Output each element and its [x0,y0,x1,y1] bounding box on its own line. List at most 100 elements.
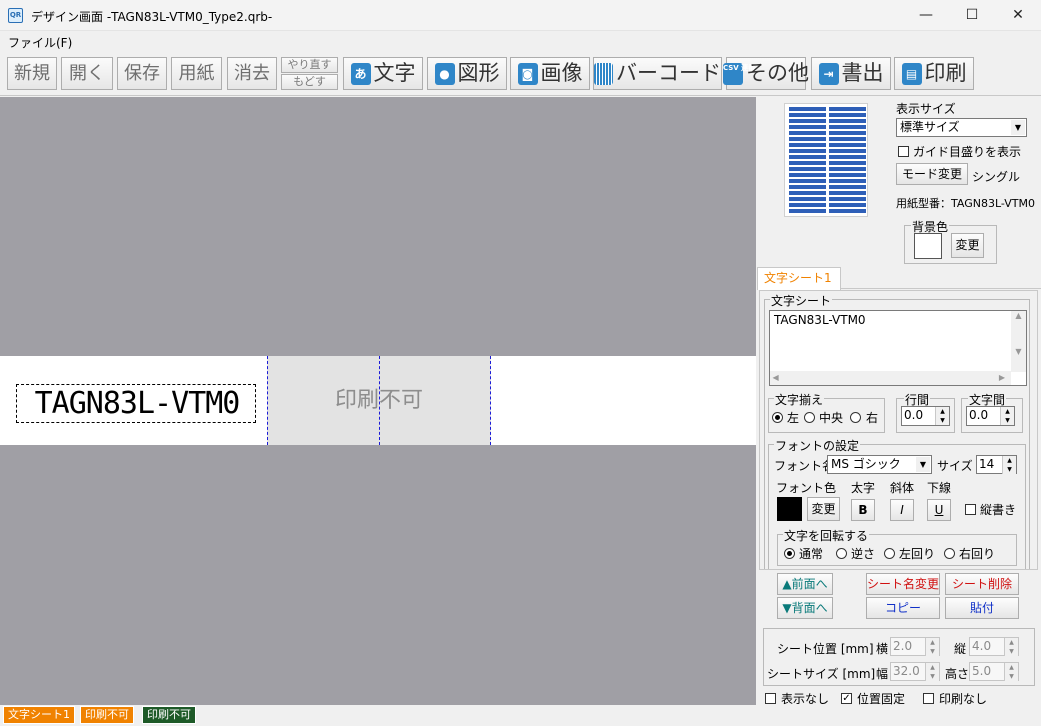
maximize-button[interactable]: ☐ [949,0,995,31]
spin-down-icon[interactable]: ▼ [1002,465,1016,474]
undo-button[interactable]: もどす [281,74,338,90]
font-name-select[interactable]: MS ゴシック ▼ [827,455,932,474]
height-value: 5.0 [972,664,992,678]
spin-down-icon[interactable]: ▼ [1004,672,1018,681]
spin-up-icon[interactable]: ▲ [1000,407,1014,416]
line-spacing-input[interactable]: 0.0 ▲ ▼ [901,406,950,426]
redo-button[interactable]: やり直す [281,57,338,73]
export-button[interactable]: ⇥ 書出 [811,57,891,90]
rotate-group-title: 文字を回転する [783,527,870,544]
paste-button[interactable]: 貼付 [945,597,1019,619]
image-tool-button[interactable]: ◙ 画像 [510,57,590,90]
spin-up-icon[interactable]: ▲ [935,407,949,416]
new-button[interactable]: 新規 [7,57,57,90]
rotate-right-radio[interactable] [944,548,955,559]
horizontal-scrollbar[interactable]: ◀ ▶ [770,371,1011,385]
width-input[interactable]: 32.0 ▲ ▼ [890,662,940,681]
underline-button[interactable]: U [927,499,951,521]
vertical-writing-label: 縦書き [980,503,1017,517]
erase-button[interactable]: 消去 [227,57,277,90]
label-paper[interactable]: 印刷不可 TAGN83L-VTM0 [0,356,756,445]
spin-up-icon[interactable]: ▲ [1002,456,1016,465]
pos-x-input[interactable]: 2.0 ▲ ▼ [890,637,940,656]
shape-tool-button[interactable]: ● 図形 [427,57,507,90]
italic-button[interactable]: I [890,499,914,521]
preview-label-cell [829,173,866,177]
other-tool-button[interactable]: CSV 連番 その他 [723,57,809,90]
spin-down-icon[interactable]: ▼ [925,647,939,656]
text-sheet-textarea[interactable]: TAGN83L-VTM0 ▲ ▼ ◀ ▶ [769,310,1027,386]
copy-button[interactable]: コピー [866,597,940,619]
spin-down-icon[interactable]: ▼ [1004,647,1018,656]
pos-y-label: 縦 [954,642,967,656]
tab-text-sheet-1[interactable]: 文字シート1 [757,267,841,290]
preview-label-cell [789,155,826,159]
mode-change-button[interactable]: モード変更 [896,163,968,185]
minimize-button[interactable]: — [903,0,949,31]
display-size-select[interactable]: 標準サイズ ▼ [896,118,1027,137]
rotate-left-label: 左回り [899,547,936,561]
bold-button[interactable]: B [851,499,875,521]
align-group-title: 文字揃え [774,391,825,408]
design-canvas[interactable]: 印刷不可 TAGN83L-VTM0 [0,97,756,705]
vertical-writing-checkbox[interactable] [965,504,976,515]
text-tool-button[interactable]: あ 文字 [343,57,423,90]
spin-down-icon[interactable]: ▼ [925,672,939,681]
preview-grid [789,107,866,213]
send-back-button[interactable]: ▼背面へ [777,597,833,619]
rotate-normal-radio[interactable] [784,548,795,559]
font-color-change-button[interactable]: 変更 [807,497,840,521]
rotate-right-label: 右回り [959,547,996,561]
preview-label-cell [789,179,826,183]
save-button[interactable]: 保存 [117,57,167,90]
spin-down-icon[interactable]: ▼ [935,416,949,425]
menu-file[interactable]: ファイル(F) [8,34,72,51]
pos-x-value: 2.0 [893,639,913,653]
spin-up-icon[interactable]: ▲ [1004,638,1018,647]
background-color-swatch[interactable] [914,233,942,259]
no-print-checkbox[interactable] [923,693,934,704]
text-sheet-object[interactable]: TAGN83L-VTM0 [16,384,256,423]
vertical-scrollbar[interactable]: ▲ ▼ [1011,311,1026,372]
hide-checkbox[interactable] [765,693,776,704]
print-button[interactable]: ▤ 印刷 [894,57,974,90]
rotate-reverse-radio[interactable] [836,548,847,559]
rename-sheet-button[interactable]: シート名変更 [866,573,940,595]
preview-label-cell [789,185,826,189]
open-button[interactable]: 開く [61,57,113,90]
spin-up-icon[interactable]: ▲ [925,638,939,647]
paper-button[interactable]: 用紙 [171,57,222,90]
status-tab-text-sheet[interactable]: 文字シート1 [3,706,75,724]
spin-up-icon[interactable]: ▲ [1004,663,1018,672]
preview-label-cell [829,143,866,147]
char-spacing-input[interactable]: 0.0 ▲ ▼ [966,406,1015,426]
bring-front-button[interactable]: ▲前面へ [777,573,833,595]
delete-sheet-button[interactable]: シート削除 [945,573,1019,595]
text-sheet-content: TAGN83L-VTM0 [34,386,241,421]
status-tab-nonprint-2[interactable]: 印刷不可 [142,706,196,724]
close-button[interactable]: ✕ [995,0,1041,31]
barcode-tool-button[interactable]: バーコード [593,57,722,90]
background-color-change-button[interactable]: 変更 [951,233,984,258]
status-tab-nonprint-1[interactable]: 印刷不可 [80,706,134,724]
align-right-radio[interactable] [850,412,861,423]
font-color-swatch[interactable] [777,497,802,521]
text-sheet-textarea-value: TAGN83L-VTM0 [774,313,866,327]
rotate-left-radio[interactable] [884,548,895,559]
font-size-input[interactable]: 14 ▲ ▼ [976,455,1017,474]
spin-down-icon[interactable]: ▼ [1000,416,1014,425]
preview-label-cell [789,113,826,117]
guide-checkbox[interactable] [898,146,909,157]
paper-preview-thumbnail[interactable] [784,103,868,217]
title-bar: QR デザイン画面 -TAGN83L-VTM0_Type2.qrb- — ☐ ✕ [0,0,1041,31]
line-spacing-value: 0.0 [904,408,924,422]
lock-position-checkbox[interactable]: ✓ [841,693,852,704]
height-input[interactable]: 5.0 ▲ ▼ [969,662,1019,681]
spin-up-icon[interactable]: ▲ [925,663,939,672]
preview-label-cell [789,191,826,195]
preview-label-cell [829,107,866,111]
align-left-radio[interactable] [772,412,783,423]
align-center-radio[interactable] [804,412,815,423]
preview-label-cell [829,203,866,207]
pos-y-input[interactable]: 4.0 ▲ ▼ [969,637,1019,656]
